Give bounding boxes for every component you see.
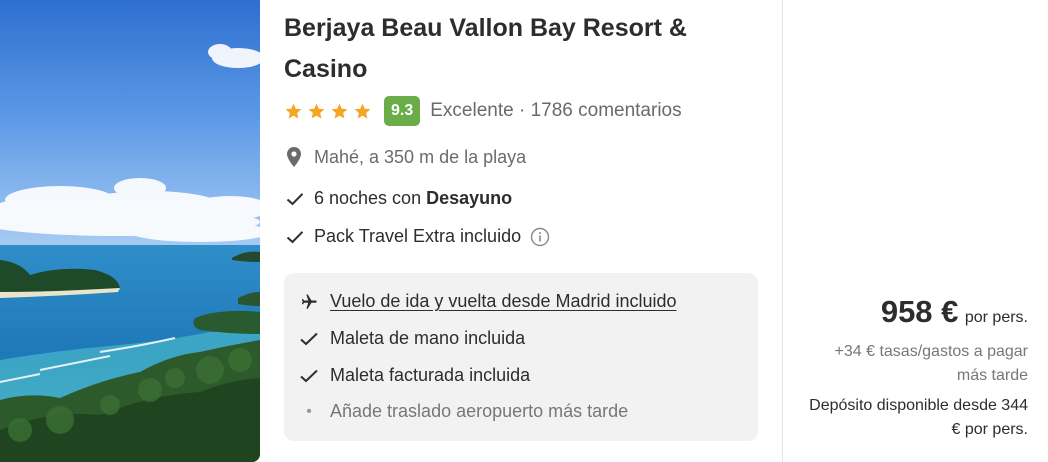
- hotel-info: Berjaya Beau Vallon Bay Resort & Casino …: [284, 0, 764, 462]
- check-icon: [300, 369, 318, 382]
- price-amount: 958 €: [880, 294, 959, 329]
- transfer-row: • Añade traslado aeropuerto más tarde: [298, 401, 628, 422]
- star-icon: [308, 103, 325, 119]
- package-box: Vuelo de ida y vuelta desde Madrid inclu…: [284, 273, 758, 441]
- hotel-stars: [284, 102, 372, 121]
- price-column: 958 € por pers. +34 € tasas/gastos a pag…: [790, 0, 1028, 462]
- price-line: 958 € por pers.: [881, 294, 1028, 330]
- score-badge: 9.3: [384, 96, 421, 126]
- check-icon: [300, 332, 318, 345]
- hotel-result-card[interactable]: Berjaya Beau Vallon Bay Resort & Casino …: [0, 0, 1048, 462]
- bullet-dot-icon: •: [306, 402, 312, 420]
- feature-board: 6 noches con Desayuno: [286, 188, 512, 209]
- carry-on-text: Maleta de mano incluida: [330, 328, 526, 348]
- star-icon: [285, 103, 302, 119]
- airplane-icon: [301, 294, 317, 309]
- star-icon: [331, 103, 348, 119]
- flight-link[interactable]: Vuelo de ida y vuelta desde Madrid inclu…: [330, 291, 677, 312]
- location-row: Mahé, a 350 m de la playa: [286, 146, 526, 168]
- rating-text[interactable]: Excelente · 1786 comentarios: [430, 100, 681, 122]
- location-text: Mahé, a 350 m de la playa: [314, 146, 527, 167]
- flight-row: Vuelo de ida y vuelta desde Madrid inclu…: [298, 291, 677, 312]
- taxes-text: +34 € tasas/gastos a pagar más tarde: [834, 343, 1028, 384]
- hotel-title[interactable]: Berjaya Beau Vallon Bay Resort & Casino: [284, 8, 754, 90]
- feature-bold: Desayuno: [426, 188, 513, 208]
- feature-text: Pack Travel Extra incluido: [314, 226, 522, 246]
- rating-row: 9.3 Excelente · 1786 comentarios: [284, 95, 682, 127]
- transfer-text: Añade traslado aeropuerto más tarde: [330, 401, 629, 421]
- checked-bag-text: Maleta facturada incluida: [330, 365, 531, 385]
- check-icon: [286, 192, 304, 205]
- star-icon: [354, 103, 371, 119]
- hotel-photo[interactable]: [0, 0, 260, 462]
- feature-travel-extra: Pack Travel Extra incluido: [286, 226, 550, 247]
- carry-on-row: Maleta de mano incluida: [298, 328, 525, 349]
- location-pin-icon: [287, 147, 301, 167]
- check-icon: [286, 230, 304, 243]
- feature-text: 6 noches con: [314, 188, 422, 208]
- deposit-text: Depósito disponible desde 344 € por pers…: [809, 397, 1028, 438]
- checked-bag-row: Maleta facturada incluida: [298, 365, 530, 386]
- price-per-person: por pers.: [964, 309, 1028, 326]
- column-divider: [782, 0, 783, 462]
- info-icon[interactable]: [530, 227, 550, 247]
